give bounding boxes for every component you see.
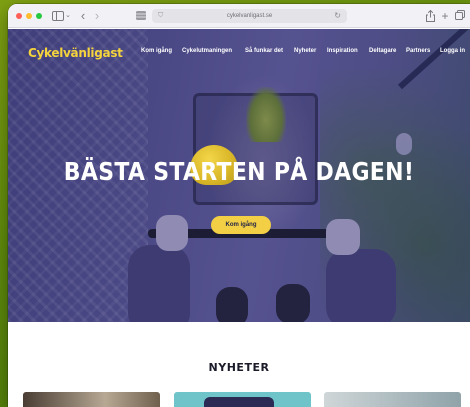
hero-pole-base bbox=[396, 133, 412, 155]
hero-shoe-left bbox=[216, 287, 248, 322]
forward-arrow-icon[interactable]: › bbox=[92, 9, 102, 23]
plus-icon[interactable]: + bbox=[440, 9, 450, 23]
hero-hand-left bbox=[156, 215, 188, 251]
share-icon[interactable] bbox=[426, 9, 436, 23]
nav-item-kom-igang[interactable]: Kom igång bbox=[141, 48, 172, 54]
chevron-down-icon[interactable]: ⌄ bbox=[65, 9, 71, 23]
news-heading: NYHETER bbox=[208, 361, 270, 374]
hero-shoe-right bbox=[276, 284, 310, 322]
news-card-1-image[interactable] bbox=[23, 392, 160, 407]
hero-arm-right bbox=[326, 249, 396, 322]
back-arrow-icon[interactable]: ‹ bbox=[78, 9, 88, 23]
site-logo[interactable]: Cykelvänligast bbox=[28, 46, 123, 60]
hero-section: Cykelvänligast Kom igång Cykelutmaningen… bbox=[8, 29, 470, 322]
main-nav: Kom igång Cykelutmaningen Så funkar det … bbox=[133, 48, 470, 60]
nav-item-logga-in[interactable]: Logga in bbox=[440, 48, 465, 54]
close-window-button[interactable] bbox=[16, 13, 22, 19]
news-card-3-image[interactable] bbox=[324, 392, 461, 407]
address-bar[interactable]: ⛉ cykelvanligast.se ↻ bbox=[152, 9, 347, 23]
nav-item-sa-funkar-det[interactable]: Så funkar det bbox=[245, 48, 283, 54]
news-card-2-illustration bbox=[204, 397, 274, 407]
nav-item-nyheter[interactable]: Nyheter bbox=[294, 48, 316, 54]
tabs-icon[interactable] bbox=[455, 9, 465, 23]
reload-icon[interactable]: ↻ bbox=[334, 9, 341, 23]
nav-item-deltagare[interactable]: Deltagare bbox=[369, 48, 396, 54]
nav-item-inspiration[interactable]: Inspiration bbox=[327, 48, 358, 54]
zoom-window-button[interactable] bbox=[36, 13, 42, 19]
sidebar-icon[interactable] bbox=[52, 9, 64, 23]
minimize-window-button[interactable] bbox=[26, 13, 32, 19]
browser-toolbar: ⌄ ‹ › ⛉ cykelvanligast.se ↻ + bbox=[8, 4, 470, 28]
shield-icon: ⛉ bbox=[158, 12, 164, 19]
tab-overview-icon[interactable] bbox=[136, 9, 146, 23]
hero-title: BÄSTA STARTEN PÅ DAGEN! bbox=[63, 158, 415, 187]
news-card-2-image[interactable] bbox=[174, 392, 311, 407]
url-text: cykelvanligast.se bbox=[226, 13, 273, 19]
hero-plant bbox=[246, 87, 286, 142]
kom-igang-button[interactable]: Kom igång bbox=[211, 216, 271, 234]
hero-hand-right bbox=[326, 219, 360, 255]
browser-window: ⌄ ‹ › ⛉ cykelvanligast.se ↻ + Cykelvänli… bbox=[8, 4, 470, 407]
nav-item-partners[interactable]: Partners bbox=[406, 48, 430, 54]
hero-arm-left bbox=[128, 245, 190, 322]
nav-item-cykelutmaningen[interactable]: Cykelutmaningen bbox=[182, 48, 232, 54]
